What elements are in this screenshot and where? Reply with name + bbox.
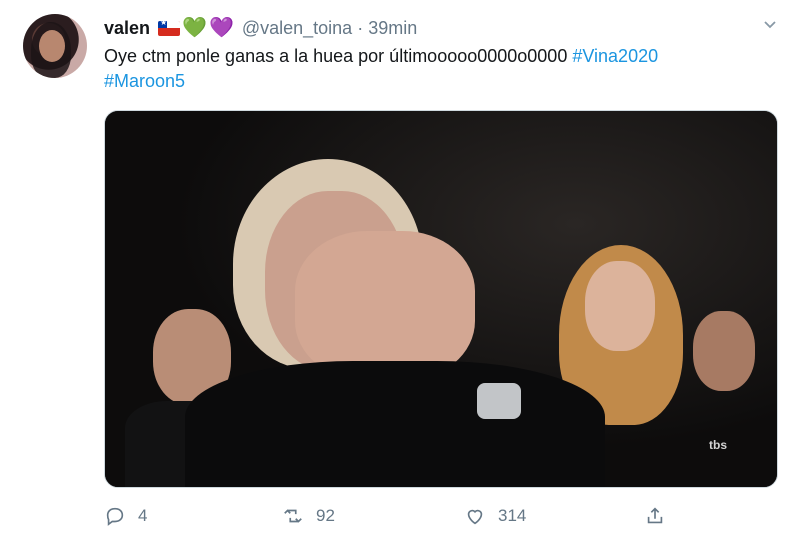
tweet-card: valen ★ 💚 💜 @valen_toina · 39min Oye ctm… (0, 0, 800, 538)
purple-heart-icon: 💜 (208, 17, 234, 39)
tv-network-logo: tbs (709, 438, 727, 452)
hashtag-maroon5[interactable]: #Maroon5 (104, 71, 185, 91)
main-person-hands (295, 231, 475, 381)
tweet-header: valen ★ 💚 💜 @valen_toina · 39min (104, 15, 417, 41)
hashtag-vina2020[interactable]: #Vina2020 (572, 46, 658, 66)
reply-count: 4 (138, 506, 148, 525)
like-count: 314 (498, 506, 527, 525)
person-right-face (585, 261, 655, 351)
retweet-button[interactable]: 92 (282, 502, 335, 530)
person-far-right-face (693, 311, 755, 391)
chile-flag-icon: ★ (158, 20, 181, 36)
retweet-icon (284, 509, 302, 523)
more-options-button[interactable] (760, 16, 780, 36)
heart-icon (467, 509, 483, 525)
share-button[interactable] (644, 502, 666, 530)
chevron-down-icon (764, 21, 776, 29)
user-handle[interactable]: @valen_toina (242, 18, 352, 39)
share-icon (647, 507, 663, 524)
tweet-text: Oye ctm ponle ganas a la huea por último… (104, 44, 784, 94)
tweet-body-text: Oye ctm ponle ganas a la huea por último… (104, 46, 573, 66)
tweet-actions: 4 92 314 (104, 502, 784, 530)
watch (477, 383, 521, 419)
avatar[interactable] (23, 14, 87, 78)
reply-icon (106, 507, 124, 526)
avatar-face (39, 30, 65, 62)
main-person-body (185, 361, 605, 487)
green-heart-icon: 💚 (182, 17, 207, 39)
display-name[interactable]: valen (104, 18, 150, 39)
retweet-count: 92 (316, 506, 335, 525)
reply-button[interactable]: 4 (104, 502, 147, 530)
like-button[interactable]: 314 (464, 502, 526, 530)
timestamp[interactable]: 39min (368, 18, 417, 39)
separator-dot: · (357, 17, 364, 38)
media-image[interactable]: tbs (104, 110, 778, 488)
